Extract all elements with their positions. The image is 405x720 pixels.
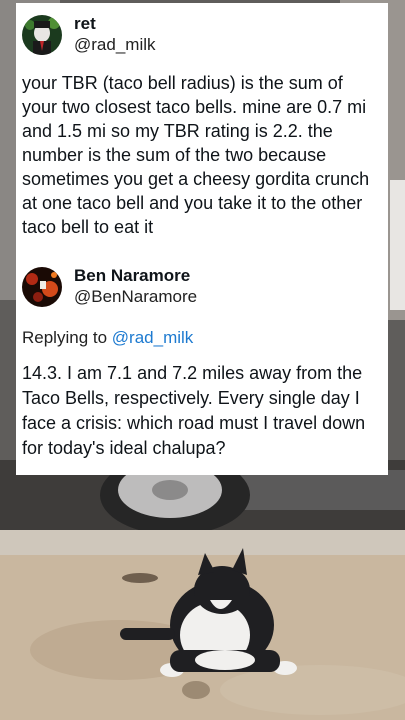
user-handle[interactable]: @BenNaramore xyxy=(74,286,197,308)
tweet-header: ret @rad_milk xyxy=(22,9,376,61)
avatar[interactable] xyxy=(22,267,62,307)
user-handle[interactable]: @rad_milk xyxy=(74,34,156,56)
avatar[interactable] xyxy=(22,15,62,55)
replying-to-label: Replying to xyxy=(22,328,108,347)
display-name[interactable]: ret xyxy=(74,14,156,34)
user-names: Ben Naramore @BenNaramore xyxy=(74,266,197,308)
reply-tweet-card[interactable]: Ben Naramore @BenNaramore Replying to @r… xyxy=(16,255,388,475)
user-names: ret @rad_milk xyxy=(74,14,156,56)
original-tweet-card[interactable]: ret @rad_milk your TBR (taco bell radius… xyxy=(16,3,388,255)
replying-to-line: Replying to @rad_milk xyxy=(22,327,376,349)
replying-to-mention-link[interactable]: @rad_milk xyxy=(112,328,194,347)
tweet-text: your TBR (taco bell radius) is the sum o… xyxy=(22,73,370,237)
reply-header: Ben Naramore @BenNaramore xyxy=(22,261,376,313)
display-name[interactable]: Ben Naramore xyxy=(74,266,197,286)
reply-text: 14.3. I am 7.1 and 7.2 miles away from t… xyxy=(22,363,366,458)
